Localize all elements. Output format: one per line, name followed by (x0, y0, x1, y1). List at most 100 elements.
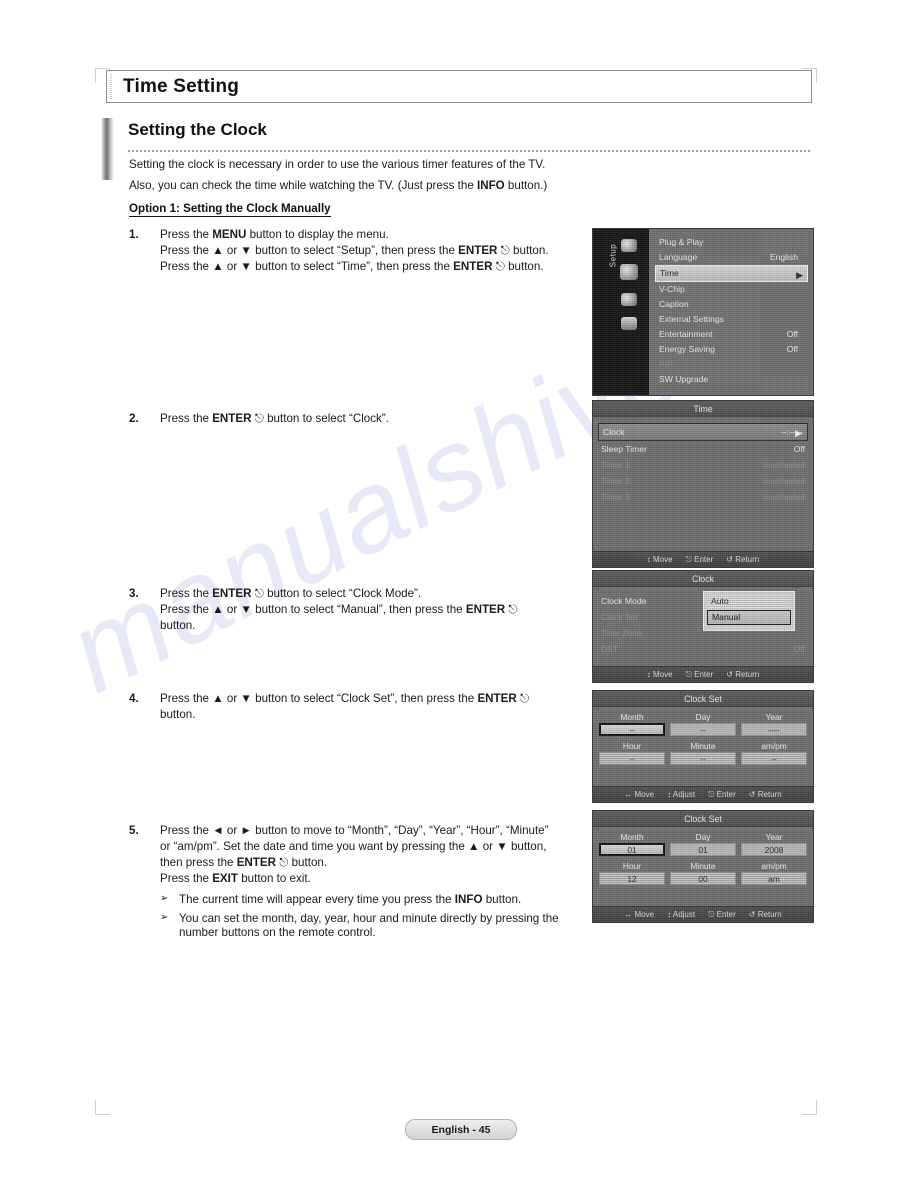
clock-set-field[interactable]: Month 01 (599, 831, 665, 856)
osd-item-label: V-Chip (659, 284, 685, 294)
intro-line-1: Setting the clock is necessary in order … (129, 158, 546, 171)
osd-clock-title: Clock (593, 571, 813, 587)
osd-menu-item[interactable]: Timer 3 Inactivated (601, 489, 805, 505)
step-line: Press the ◄ or ► button to move to “Mont… (160, 824, 549, 837)
clock-set-fields: Month 01 Day 01 Year 2008 Hour 12 Minute 00 am/pm a… (593, 827, 813, 885)
osd-menu-item[interactable]: Time ▶ (655, 265, 808, 282)
osd-item-label: Sleep Timer (601, 444, 647, 454)
note-item: The current time will appear every time … (160, 892, 584, 908)
intro-line-2: Also, you can check the time while watch… (129, 176, 819, 196)
osd-menu-item[interactable]: Timer 2 Inactivated (601, 473, 805, 489)
osd-item-value (798, 297, 804, 312)
section-heading: Setting the Clock (128, 120, 267, 139)
step-number: 4. (129, 692, 139, 705)
clock-set-field[interactable]: Day -- (670, 711, 736, 736)
osd-item-label: Clock (603, 427, 625, 437)
osd-menu-item[interactable]: SW Upgrade (659, 372, 804, 387)
field-value: -- (741, 752, 807, 765)
osd-setup-list: Plug & Play Language English Time ▶ V-Chip Cap… (649, 229, 813, 395)
osd-setup-rail: Setup (593, 229, 649, 395)
osd-footer-hint: ⎋ Enter (685, 669, 714, 679)
field-value: 01 (599, 843, 665, 856)
osd-menu-item[interactable]: Plug & Play (659, 235, 804, 250)
field-value: 00 (670, 872, 736, 885)
osd-menu-item[interactable]: PIP (659, 357, 804, 372)
osd-menu-item[interactable]: Clock --:-- -- ▶ (598, 423, 808, 441)
osd-item-label: Time (660, 268, 679, 278)
clock-set-field[interactable]: Month -- (599, 711, 665, 736)
osd-item-value: Inactivated (763, 492, 805, 502)
osd-clock-menu: Clock Auto Manual Clock Mode Clock Set Time… (592, 570, 814, 683)
step-number: 2. (129, 412, 139, 425)
osd-clock-set-footer: ↔ Move ↕ Adjust ⎋ Enter ↺ Return (593, 786, 813, 802)
section-divider (128, 150, 812, 152)
osd-menu-item[interactable]: Language English (659, 250, 804, 265)
osd-menu-item[interactable]: Entertainment Off (659, 327, 804, 342)
osd-clock-list: Auto Manual Clock Mode Clock Set Time Zone D… (593, 587, 813, 657)
chevron-right-icon: ▶ (795, 428, 802, 438)
field-label: am/pm (761, 741, 787, 751)
osd-menu-item[interactable]: Caption (659, 297, 804, 312)
clock-set-field[interactable]: Minute 00 (670, 860, 736, 885)
step-number: 5. (129, 824, 139, 837)
osd-item-label: Timer 3 (601, 492, 630, 502)
osd-menu-item[interactable]: DST Off (601, 641, 805, 657)
osd-item-label: Entertainment (659, 329, 713, 339)
field-label: Hour (622, 861, 642, 871)
field-value: -- (599, 752, 665, 765)
clock-set-field[interactable]: Hour -- (599, 740, 665, 765)
osd-menu-item[interactable]: Energy Saving Off (659, 342, 804, 357)
field-value: 2008 (741, 843, 807, 856)
osd-clock-set-title: Clock Set (593, 691, 813, 707)
step-4: 4. Press the ▲ or ▼ button to select “Clo… (129, 692, 584, 724)
osd-footer-hint: ↕ Adjust (667, 790, 696, 799)
clock-set-field[interactable]: Year ---- (741, 711, 807, 736)
osd-item-label: Clock Set (601, 612, 638, 622)
field-label: am/pm (761, 861, 787, 871)
page-footer: English - 45 (405, 1119, 517, 1140)
osd-clock-set-footer: ↔ Move ↕ Adjust ⎋ Enter ↺ Return (593, 906, 813, 922)
step-line: Press the MENU button to display the men… (160, 228, 389, 241)
chevron-right-icon: ▶ (796, 270, 803, 280)
field-value: -- (670, 752, 736, 765)
clock-set-field[interactable]: Minute -- (670, 740, 736, 765)
crop-mark-bottom-right (802, 1100, 817, 1115)
osd-item-value (798, 357, 804, 372)
osd-menu-item[interactable]: Time Zone (601, 625, 805, 641)
osd-menu-item[interactable]: Sleep Timer Off (601, 441, 805, 457)
osd-menu-item[interactable]: V-Chip (659, 282, 804, 297)
field-value: -- (670, 723, 736, 736)
step-body: Press the MENU button to display the men… (160, 228, 584, 274)
osd-time-menu: Time Clock --:-- -- ▶ Sleep Timer Off Timer 1… (592, 400, 814, 568)
osd-menu-item[interactable]: Timer 1 Inactivated (601, 457, 805, 473)
step-line: button. (160, 618, 196, 632)
osd-setup-rail-label: Setup (608, 243, 618, 268)
osd-item-label: Plug & Play (659, 237, 704, 247)
osd-menu-item[interactable]: Clock Set (601, 609, 805, 625)
field-label: Year (765, 712, 783, 722)
clock-set-field[interactable]: Hour 12 (599, 860, 665, 885)
osd-menu-item[interactable]: External Settings (659, 312, 804, 327)
field-value: -- (599, 723, 665, 736)
emphasis: ENTER (477, 692, 517, 705)
clock-set-fields: Month -- Day -- Year ---- Hour -- Minute -- am/pm -… (593, 707, 813, 765)
osd-footer-hint: ↕ Move (646, 555, 673, 564)
clock-set-field[interactable]: Year 2008 (741, 831, 807, 856)
osd-item-value: Off (793, 644, 805, 654)
step-body: Press the ▲ or ▼ button to select “Clock… (160, 692, 584, 722)
osd-item-value (798, 312, 804, 327)
clock-set-field[interactable]: am/pm am (741, 860, 807, 885)
option-heading: Option 1: Setting the Clock Manually (129, 202, 331, 217)
field-label: Month (620, 712, 644, 722)
step-1: 1. Press the MENU button to display the m… (129, 228, 584, 276)
step-3: 3. Press the ENTER ⎋ button to select “Cl… (129, 587, 584, 635)
osd-item-value (798, 282, 804, 297)
clock-set-field[interactable]: Day 01 (670, 831, 736, 856)
emphasis: INFO (454, 893, 483, 907)
osd-footer-hint: ↺ Return (726, 555, 760, 564)
osd-clock-footer: ↕ Move ⎋ Enter ↺ Return (593, 666, 813, 682)
osd-item-value: Off (786, 329, 798, 339)
clock-set-field[interactable]: am/pm -- (741, 740, 807, 765)
step-line: Press the EXIT button to exit. (160, 871, 311, 885)
osd-menu-item[interactable]: Clock Mode (601, 593, 805, 609)
